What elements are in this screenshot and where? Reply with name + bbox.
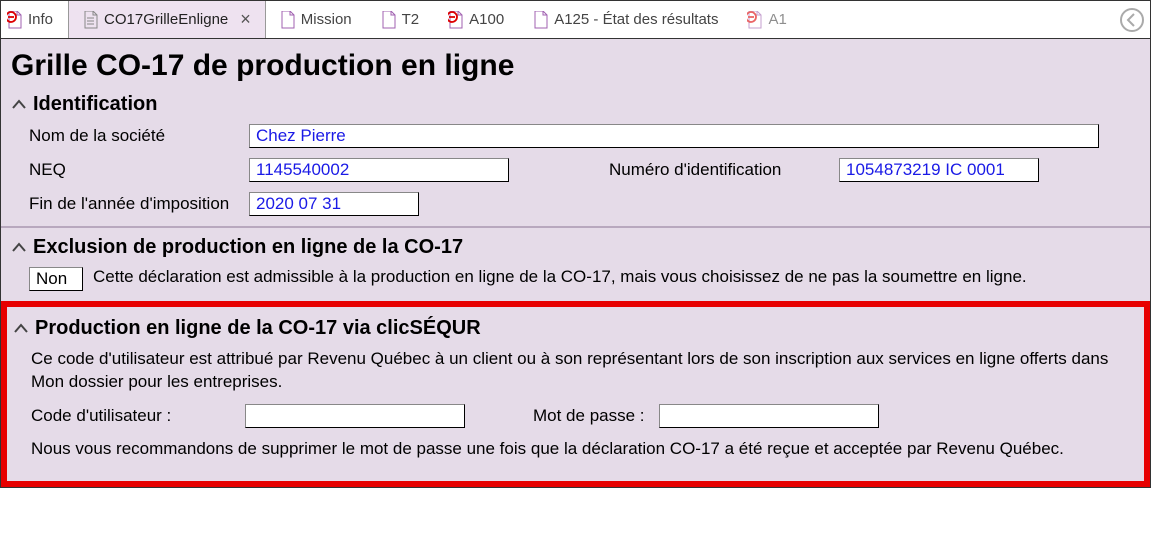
text-clicsequr-note: Nous vous recommandons de supprimer le m… <box>31 438 1138 461</box>
field-fye[interactable]: 2020 07 31 <box>249 192 419 216</box>
tab-label: CO17GrilleEnligne <box>104 11 228 28</box>
label-fye: Fin de l'année d'imposition <box>29 194 239 214</box>
tab-label: A100 <box>469 11 504 28</box>
field-exclusion[interactable]: Non <box>29 267 83 291</box>
section-heading-clicsequr: Production en ligne de la CO-17 via clic… <box>35 317 481 340</box>
document-icon <box>533 11 548 29</box>
label-usercode: Code d'utilisateur : <box>31 406 231 426</box>
section-heading-exclusion: Exclusion de production en ligne de la C… <box>33 236 463 259</box>
highlight-clicsequr: Production en ligne de la CO-17 via clic… <box>1 301 1150 487</box>
tab-label: T2 <box>402 11 420 28</box>
field-company[interactable]: Chez Pierre <box>249 124 1099 148</box>
collapse-toggle-exclusion[interactable] <box>11 240 27 256</box>
tab-a125[interactable]: A125 - État des résultats <box>519 1 733 38</box>
field-numid[interactable]: 1054873219 IC 0001 <box>839 158 1039 182</box>
document-remove-icon <box>448 11 463 29</box>
tab-label: Info <box>28 11 53 28</box>
tab-a1[interactable]: A1 <box>733 1 801 38</box>
field-neq[interactable]: 1145540002 <box>249 158 509 182</box>
text-exclusion: Cette déclaration est admissible à la pr… <box>93 267 1027 287</box>
label-neq: NEQ <box>29 160 239 180</box>
tab-info[interactable]: Info <box>1 1 68 38</box>
tab-label: Mission <box>301 11 352 28</box>
tab-bar: Info CO17GrilleEnligne × Mission T2 A1 <box>1 1 1150 39</box>
collapse-toggle-identification[interactable] <box>11 97 27 113</box>
page-title: Grille CO-17 de production en ligne <box>11 49 1140 83</box>
label-numid: Numéro d'identification <box>609 160 829 180</box>
tab-t2[interactable]: T2 <box>367 1 435 38</box>
tab-co17grille[interactable]: CO17GrilleEnligne × <box>68 1 266 38</box>
document-remove-icon <box>747 11 762 29</box>
label-company: Nom de la société <box>29 126 239 146</box>
tab-label: A1 <box>768 11 786 28</box>
label-password: Mot de passe : <box>533 406 645 426</box>
document-icon <box>381 11 396 29</box>
document-icon <box>280 11 295 29</box>
tab-a100[interactable]: A100 <box>434 1 519 38</box>
tab-mission[interactable]: Mission <box>266 1 367 38</box>
close-icon[interactable]: × <box>240 9 251 30</box>
text-clicsequr-desc: Ce code d'utilisateur est attribué par R… <box>31 348 1138 394</box>
tab-label: A125 - État des résultats <box>554 11 718 28</box>
collapse-toggle-clicsequr[interactable] <box>13 321 29 337</box>
input-password[interactable] <box>659 404 879 428</box>
back-button[interactable] <box>1118 6 1146 34</box>
section-heading-identification: Identification <box>33 93 157 116</box>
document-icon <box>83 11 98 29</box>
input-usercode[interactable] <box>245 404 465 428</box>
document-remove-icon <box>7 11 22 29</box>
